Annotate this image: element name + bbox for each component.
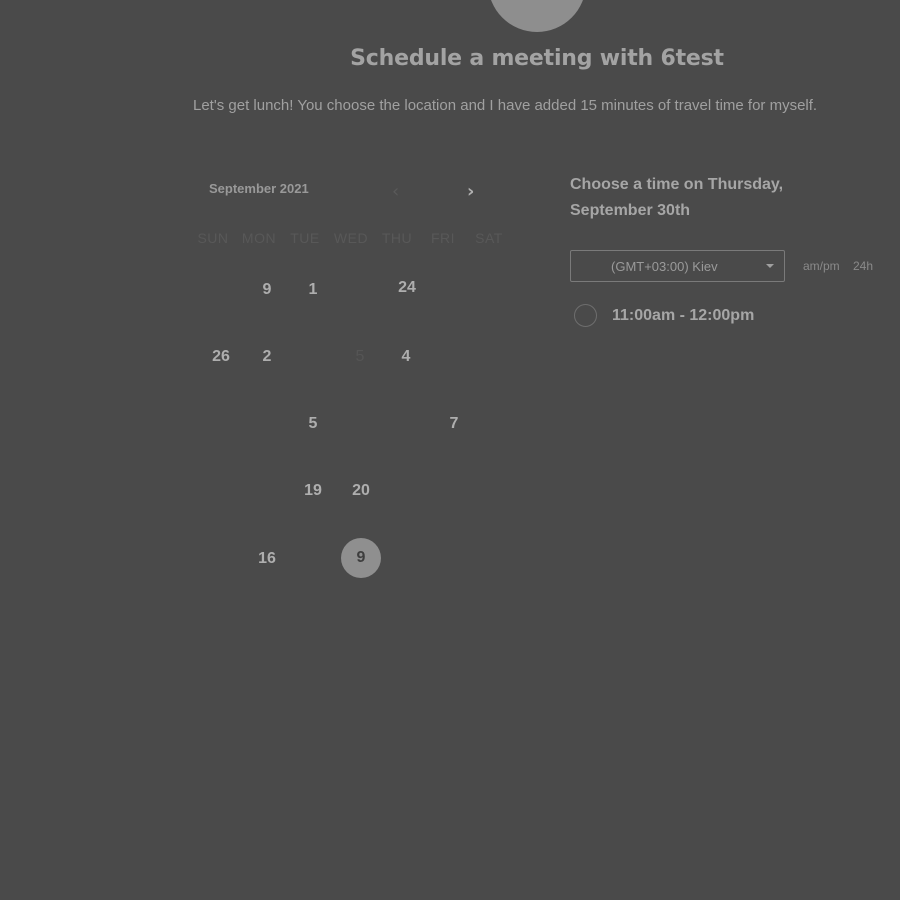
format-ampm-toggle[interactable]: am/pm bbox=[803, 259, 840, 273]
calendar-day[interactable]: 9 bbox=[244, 281, 290, 299]
weekday-header: MON bbox=[241, 230, 277, 246]
weekday-header: WED bbox=[333, 230, 369, 246]
calendar-month-label: September 2021 bbox=[209, 181, 309, 196]
chevron-right-icon[interactable]: › bbox=[467, 182, 474, 202]
host-avatar bbox=[488, 0, 586, 32]
timezone-value: (GMT+03:00) Kiev bbox=[611, 259, 718, 274]
weekday-header: SUN bbox=[197, 230, 229, 246]
calendar-day[interactable]: 26 bbox=[198, 348, 244, 366]
caret-down-icon bbox=[766, 264, 774, 268]
calendar-day[interactable]: 4 bbox=[383, 348, 429, 366]
format-24h-toggle[interactable]: 24h bbox=[853, 259, 873, 273]
calendar-day[interactable]: 19 bbox=[290, 482, 336, 500]
calendar-day[interactable]: 5 bbox=[290, 415, 336, 433]
weekday-header: TUE bbox=[290, 230, 320, 246]
scheduling-page: Schedule a meeting with 6test Let's get … bbox=[0, 0, 900, 900]
calendar-day[interactable]: 7 bbox=[431, 415, 477, 433]
calendar-day[interactable]: 16 bbox=[244, 550, 290, 568]
weekday-header: FRI bbox=[430, 230, 456, 246]
timezone-select[interactable]: (GMT+03:00) Kiev bbox=[570, 250, 785, 282]
time-slot-label[interactable]: 11:00am - 12:00pm bbox=[612, 307, 754, 325]
calendar-day[interactable]: 1 bbox=[290, 281, 336, 299]
meeting-description: Let's get lunch! You choose the location… bbox=[193, 97, 818, 114]
weekday-header: SAT bbox=[475, 230, 503, 246]
calendar-day-selected[interactable]: 9 bbox=[341, 538, 381, 578]
calendar-day[interactable]: 20 bbox=[338, 482, 384, 500]
time-slot-radio[interactable] bbox=[574, 304, 597, 327]
chevron-left-icon[interactable]: ‹ bbox=[392, 182, 399, 202]
page-title: Schedule a meeting with 6test bbox=[350, 46, 724, 71]
calendar-day[interactable]: 2 bbox=[244, 348, 290, 366]
time-section-heading: Choose a time on Thursday, September 30t… bbox=[570, 176, 784, 219]
calendar-day: 5 bbox=[355, 348, 365, 365]
calendar-day[interactable]: 24 bbox=[384, 279, 430, 297]
weekday-header: THU bbox=[381, 230, 413, 246]
